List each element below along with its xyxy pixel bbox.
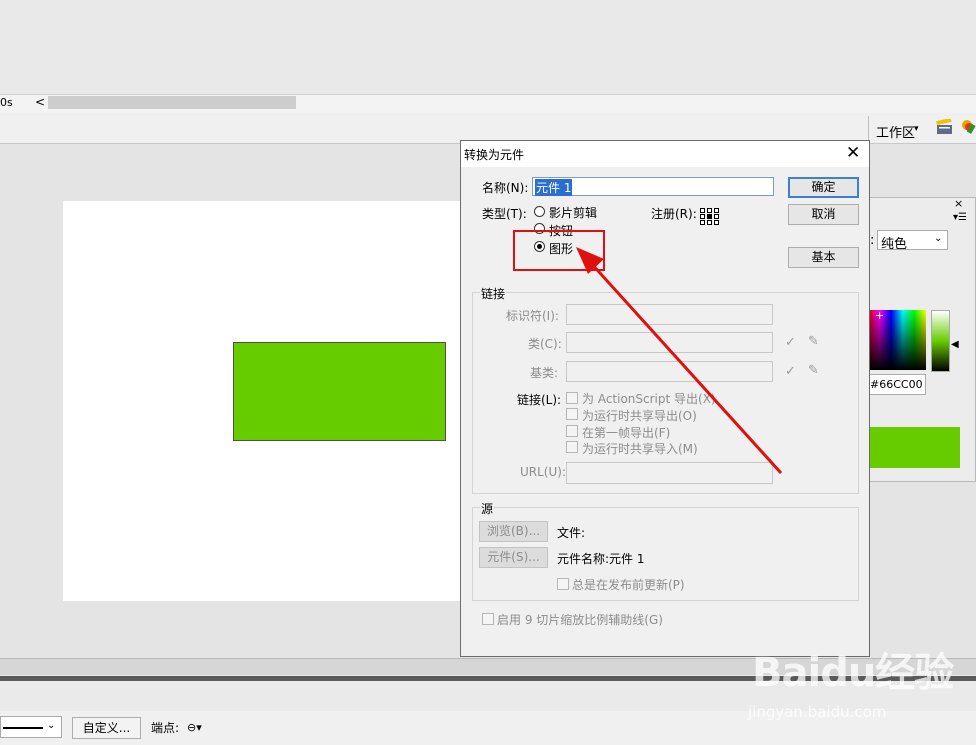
radio-movie-clip[interactable] (534, 206, 545, 217)
validate-class-icon: ✓ (785, 335, 796, 350)
selected-rectangle-shape[interactable] (233, 342, 446, 441)
edit-class-icon: ✎ (808, 334, 819, 349)
symbol-name-label: 元件名称:元件 1 (557, 552, 645, 566)
color-swatch-preview (868, 427, 960, 468)
name-input-value[interactable]: 元件 1 (535, 179, 573, 196)
radio-movie-clip-label[interactable]: 影片剪辑 (549, 204, 597, 221)
fill-type-value: 纯色 (881, 237, 908, 252)
url-input (566, 462, 773, 484)
cap-label: 端点: (151, 721, 180, 735)
close-icon[interactable]: ✕ (846, 143, 860, 163)
toolbar-divider (868, 116, 869, 140)
nine-slice-checkbox[interactable] (482, 613, 494, 625)
annotation-highlight-box (513, 230, 605, 271)
export-actionscript-checkbox (566, 392, 578, 404)
file-label: 文件: (557, 526, 586, 540)
export-first-frame-label: 在第一帧导出(F) (582, 426, 671, 440)
scroll-left-icon[interactable]: < (35, 95, 45, 109)
custom-stroke-button[interactable]: 自定义... (72, 717, 141, 739)
class-input (566, 332, 773, 353)
name-label: 名称(N): (482, 181, 529, 195)
type-label: 类型(T): (482, 207, 527, 221)
panel-menu-icon[interactable]: ▾☰ (953, 212, 967, 223)
base-class-input (566, 361, 773, 382)
identifier-label: 标识符(I): (506, 309, 559, 323)
symbol-button: 元件(S)... (479, 547, 548, 568)
registration-grid-icon[interactable] (700, 208, 720, 226)
ok-button[interactable]: 确定 (788, 177, 859, 198)
browse-button: 浏览(B)... (479, 521, 548, 542)
always-update-label: 总是在发布前更新(P) (572, 578, 685, 592)
timeline-scroll-thumb[interactable] (48, 96, 296, 109)
dialog-title: 转换为元件 (464, 148, 525, 162)
fill-type-label: : (870, 233, 875, 248)
timeline-time: 0s (0, 96, 13, 109)
edit-scene-icon[interactable] (936, 119, 954, 135)
export-runtime-sharing-label: 为运行时共享导出(O) (582, 409, 697, 423)
top-blank-area (0, 0, 976, 94)
base-class-label: 基类: (530, 366, 559, 380)
hex-color-input[interactable]: #66CC00 (868, 374, 926, 395)
chevron-down-icon[interactable]: ⌄ (934, 233, 942, 244)
linkage-label: 链接(L): (517, 393, 562, 407)
stroke-style-preview (3, 727, 43, 729)
chevron-down-icon[interactable]: ▾ (914, 124, 919, 134)
crosshair-icon: + (875, 309, 885, 322)
class-label: 类(C): (528, 337, 562, 351)
basic-advanced-toggle-button[interactable]: 基本 (788, 247, 859, 268)
export-first-frame-checkbox (566, 425, 578, 437)
registration-label: 注册(R): (651, 207, 697, 221)
export-actionscript-label: 为 ActionScript 导出(X) (582, 392, 716, 406)
panel-close-icon[interactable]: × (954, 197, 963, 210)
url-label: URL(U): (520, 465, 566, 479)
chevron-down-icon[interactable]: ⌄ (47, 720, 55, 731)
source-group-title: 源 (480, 500, 495, 517)
validate-base-class-icon: ✓ (785, 364, 796, 379)
import-runtime-sharing-checkbox (566, 441, 578, 453)
edit-symbols-icon[interactable] (960, 118, 976, 136)
brightness-slider[interactable] (931, 310, 950, 372)
brightness-arrow-icon[interactable]: ◀ (951, 339, 959, 350)
baidu-watermark-url: jingyan.baidu.com (748, 703, 887, 721)
workspace-menu[interactable]: 工作区 (876, 122, 915, 141)
linkage-group-title: 链接 (480, 285, 507, 302)
edit-base-class-icon: ✎ (808, 363, 819, 378)
nine-slice-label[interactable]: 启用 9 切片缩放比例辅助线(G) (497, 611, 663, 628)
cap-style-icon[interactable]: ⊖▾ (187, 721, 202, 734)
export-runtime-sharing-checkbox (566, 408, 578, 420)
import-runtime-sharing-label: 为运行时共享导入(M) (582, 442, 698, 456)
always-update-checkbox (557, 578, 569, 590)
baidu-watermark-logo: Baidu经验 (752, 650, 954, 696)
identifier-input (566, 304, 773, 325)
cancel-button[interactable]: 取消 (788, 204, 859, 225)
